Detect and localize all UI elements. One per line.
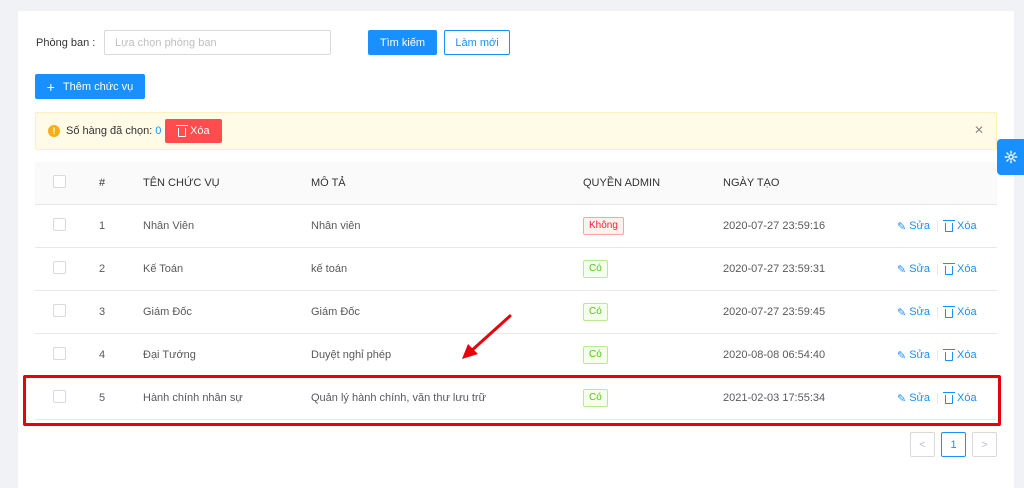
column-header-created: NGÀY TẠO <box>723 177 780 189</box>
edit-icon: ✎ <box>897 306 907 319</box>
department-filter-label: Phòng ban : <box>36 36 96 49</box>
action-divider <box>937 392 939 404</box>
edit-icon: ✎ <box>897 349 907 362</box>
row-index: 2 <box>99 263 106 275</box>
search-button[interactable]: Tìm kiếm <box>368 30 437 55</box>
selected-rows-text: Số hàng đã chọn: <box>66 125 153 137</box>
close-icon[interactable]: ✕ <box>974 123 984 137</box>
position-name: Hành chính nhân sự <box>143 392 243 404</box>
page-button[interactable]: 1 <box>941 432 966 457</box>
bulk-delete-button[interactable]: Xóa <box>165 119 223 143</box>
row-checkbox[interactable] <box>53 304 66 317</box>
position-description: Quản lý hành chính, văn thư lưu trữ <box>311 392 486 404</box>
admin-status-badge: Có <box>583 389 608 407</box>
position-name: Nhân Viên <box>143 220 195 232</box>
department-select[interactable] <box>104 30 331 55</box>
refresh-button[interactable]: Làm mới <box>444 30 510 55</box>
table-row: 2 Kế Toán kế toán Có 2020-07-27 23:59:31… <box>35 248 997 291</box>
created-date: 2020-07-27 23:59:45 <box>723 306 826 318</box>
delete-button[interactable]: Xóa <box>943 219 977 232</box>
table-row: 3 Giám Đốc Giám Đốc Có 2020-07-27 23:59:… <box>35 291 997 334</box>
department-filter: Phòng ban : <box>36 30 331 55</box>
action-divider <box>937 349 939 361</box>
column-header-name: TÊN CHỨC VỤ <box>143 177 220 189</box>
edit-icon: ✎ <box>897 263 907 276</box>
trash-icon <box>943 219 956 232</box>
row-index: 1 <box>99 220 106 232</box>
row-index: 4 <box>99 349 106 361</box>
edit-button[interactable]: ✎ Sửa <box>897 349 930 362</box>
prev-page-button[interactable]: < <box>910 432 935 457</box>
row-index: 5 <box>99 392 106 404</box>
created-date: 2020-08-08 06:54:40 <box>723 349 826 361</box>
column-header-index: # <box>99 177 106 189</box>
add-position-button[interactable]: + Thêm chức vụ <box>35 74 145 99</box>
bulk-delete-label: Xóa <box>190 125 210 137</box>
row-checkbox[interactable] <box>53 390 66 403</box>
created-date: 2020-07-27 23:59:16 <box>723 220 826 232</box>
trash-icon <box>943 305 956 318</box>
position-name: Đại Tướng <box>143 349 196 361</box>
admin-status-badge: Không <box>583 217 624 235</box>
selection-alert: ! Số hàng đã chọn: 0 Xóa ✕ <box>35 112 997 150</box>
delete-button[interactable]: Xóa <box>943 262 977 275</box>
row-checkbox[interactable] <box>53 218 66 231</box>
created-date: 2020-07-27 23:59:31 <box>723 263 826 275</box>
column-header-admin: QUYỀN ADMIN <box>583 177 661 189</box>
table-row: 1 Nhân Viên Nhân viên Không 2020-07-27 2… <box>35 205 997 248</box>
warning-icon: ! <box>48 125 60 137</box>
action-divider <box>937 263 939 275</box>
edit-button[interactable]: ✎ Sửa <box>897 220 930 233</box>
edit-icon: ✎ <box>897 220 907 233</box>
trash-icon <box>943 348 956 361</box>
created-date: 2021-02-03 17:55:34 <box>723 392 826 404</box>
action-divider <box>937 220 939 232</box>
select-all-checkbox[interactable] <box>53 175 66 188</box>
trash-icon <box>943 391 956 404</box>
column-header-description: MÔ TẢ <box>311 177 346 189</box>
trash-icon <box>176 124 189 137</box>
edit-button[interactable]: ✎ Sửa <box>897 392 930 405</box>
trash-icon <box>943 262 956 275</box>
delete-button[interactable]: Xóa <box>943 305 977 318</box>
delete-button[interactable]: Xóa <box>943 348 977 361</box>
table-row: 5 Hành chính nhân sự Quản lý hành chính,… <box>35 377 997 420</box>
admin-status-badge: Có <box>583 346 608 364</box>
position-description: Giám Đốc <box>311 306 360 318</box>
plus-icon: + <box>46 78 55 95</box>
delete-button[interactable]: Xóa <box>943 391 977 404</box>
row-checkbox[interactable] <box>53 261 66 274</box>
admin-status-badge: Có <box>583 260 608 278</box>
edit-button[interactable]: ✎ Sửa <box>897 306 930 319</box>
row-checkbox[interactable] <box>53 347 66 360</box>
table-row: 4 Đại Tướng Duyệt nghỉ phép Có 2020-08-0… <box>35 334 997 377</box>
edit-button[interactable]: ✎ Sửa <box>897 263 930 276</box>
position-description: kế toán <box>311 263 348 275</box>
position-name: Giám Đốc <box>143 306 192 318</box>
table-header: # TÊN CHỨC VỤ MÔ TẢ QUYỀN ADMIN NGÀY TẠO <box>35 162 997 205</box>
next-page-button[interactable]: > <box>972 432 997 457</box>
selected-rows-count: 0 <box>155 125 162 137</box>
positions-table: # TÊN CHỨC VỤ MÔ TẢ QUYỀN ADMIN NGÀY TẠO… <box>35 162 997 420</box>
pagination: < 1 > <box>910 432 1003 457</box>
row-index: 3 <box>99 306 106 318</box>
action-divider <box>937 306 939 318</box>
position-description: Nhân viên <box>311 220 361 232</box>
admin-status-badge: Có <box>583 303 608 321</box>
position-description: Duyệt nghỉ phép <box>311 349 392 361</box>
position-name: Kế Toán <box>143 263 184 275</box>
add-position-label: Thêm chức vụ <box>62 80 134 93</box>
edit-icon: ✎ <box>897 392 907 405</box>
